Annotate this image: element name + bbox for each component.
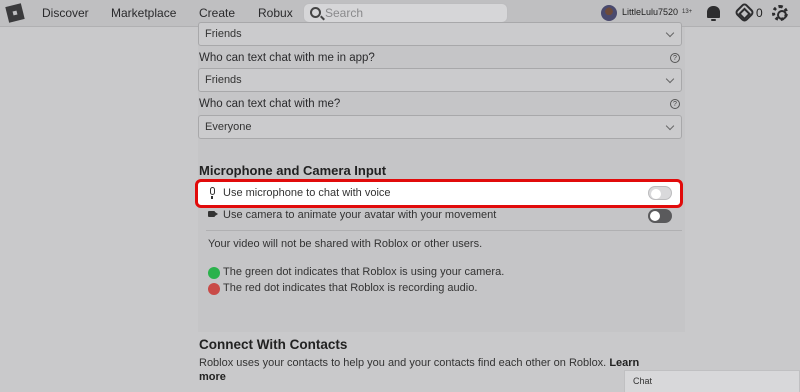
age-badge: 13+ (682, 9, 693, 15)
divider (206, 230, 682, 231)
select-top[interactable]: Friends (198, 22, 682, 46)
microphone-icon (210, 187, 215, 199)
mic-label: Use microphone to chat with voice (223, 187, 391, 199)
help-icon[interactable]: ? (670, 99, 680, 109)
select-text-chat[interactable]: Everyone (198, 115, 682, 139)
label-text-chat-app: Who can text chat with me in app? (199, 52, 375, 64)
contacts-description: Roblox uses your contacts to help you an… (199, 356, 669, 384)
select-text-chat-app-value: Friends (205, 74, 242, 86)
red-dot-icon (208, 283, 220, 295)
camera-icon (208, 211, 218, 217)
chat-bar[interactable]: Chat (624, 370, 800, 392)
username[interactable]: LittleLulu7520 (622, 7, 678, 17)
section-heading-contacts: Connect With Contacts (199, 337, 348, 352)
green-dot-icon (208, 267, 220, 279)
help-icon[interactable]: ? (670, 53, 680, 63)
nav-create[interactable]: Create (199, 6, 235, 20)
robux-icon[interactable] (733, 1, 756, 24)
green-dot-note: The green dot indicates that Roblox is u… (223, 266, 505, 278)
nav-discover[interactable]: Discover (42, 6, 89, 20)
search-input[interactable]: Search (303, 3, 508, 23)
robux-count[interactable]: 0 (756, 6, 763, 20)
select-text-chat-app[interactable]: Friends (198, 68, 682, 92)
search-icon (310, 7, 321, 18)
toggle-knob (651, 189, 661, 199)
avatar[interactable] (601, 5, 617, 21)
select-text-chat-value: Everyone (205, 121, 252, 133)
camera-label: Use camera to animate your avatar with y… (223, 209, 497, 221)
toggle-knob (650, 211, 660, 221)
nav-robux[interactable]: Robux (258, 6, 293, 20)
section-heading-media: Microphone and Camera Input (199, 163, 387, 178)
bell-icon[interactable] (707, 6, 720, 21)
roblox-logo-icon[interactable] (5, 3, 25, 23)
camera-toggle[interactable] (648, 209, 672, 223)
red-dot-note: The red dot indicates that Roblox is rec… (223, 282, 478, 294)
chevron-down-icon (665, 28, 675, 38)
mic-toggle[interactable] (648, 186, 672, 200)
select-top-value: Friends (205, 28, 242, 40)
chevron-down-icon (665, 121, 675, 131)
search-placeholder: Search (325, 6, 364, 20)
nav-marketplace[interactable]: Marketplace (111, 6, 176, 20)
label-text-chat: Who can text chat with me? (199, 98, 341, 110)
contacts-text: Roblox uses your contacts to help you an… (199, 357, 607, 369)
gear-icon[interactable] (772, 5, 788, 21)
video-note: Your video will not be shared with Roblo… (208, 238, 483, 250)
chat-label: Chat (633, 376, 653, 386)
chevron-down-icon (665, 74, 675, 84)
